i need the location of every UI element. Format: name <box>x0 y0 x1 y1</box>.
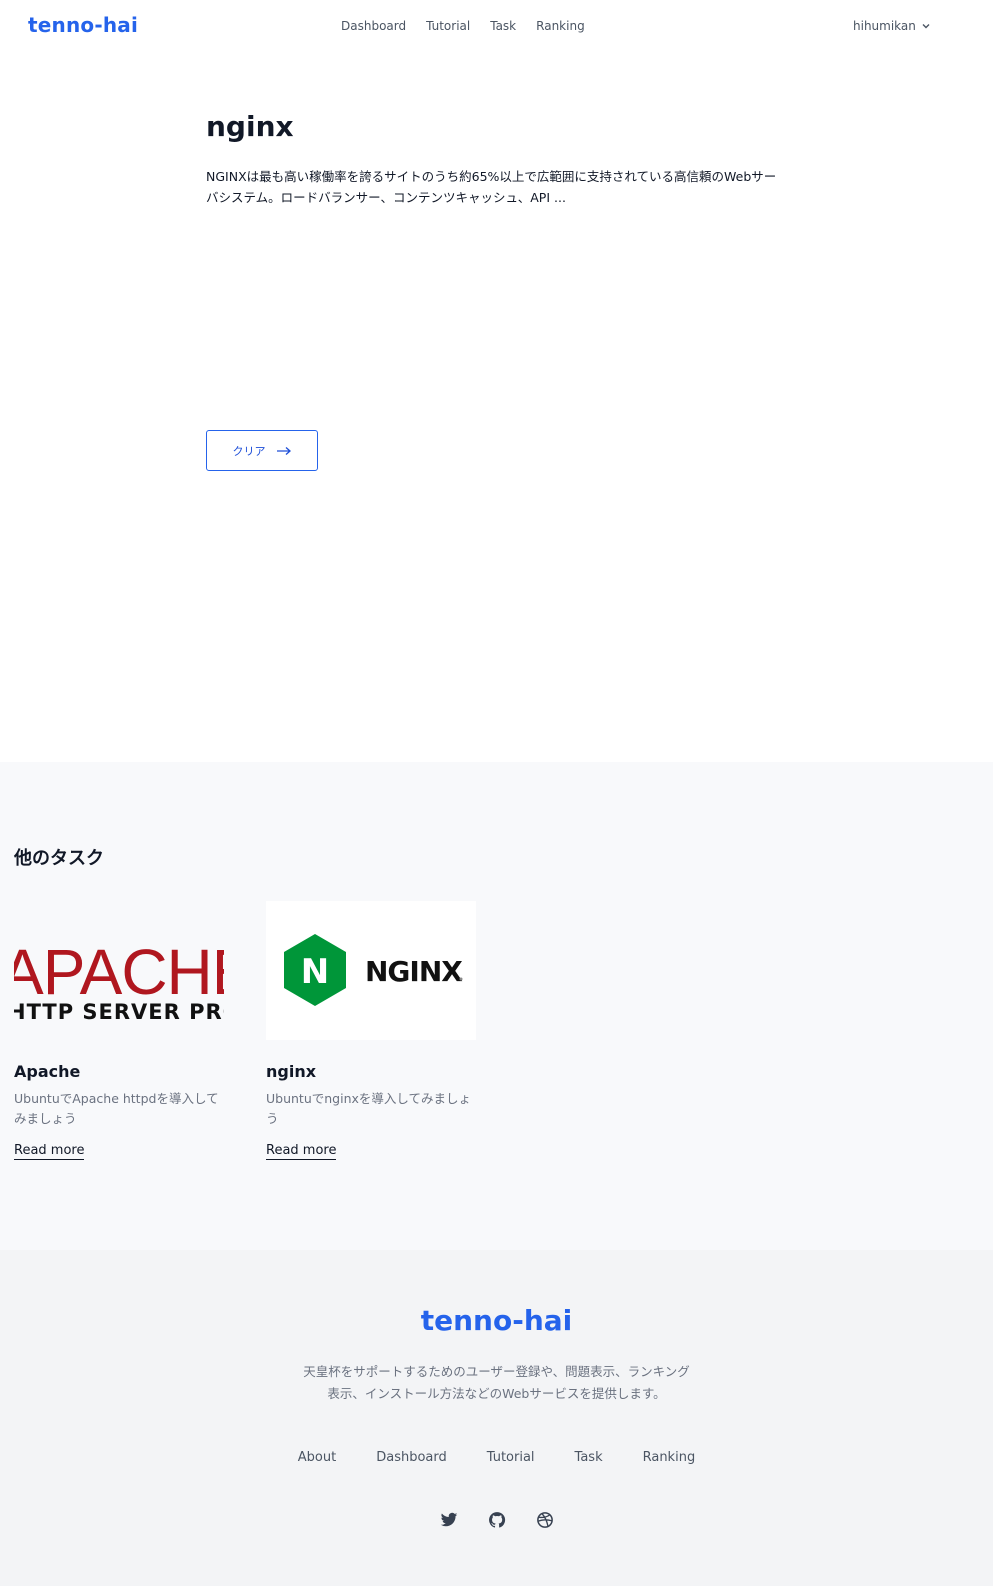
task-title: nginx <box>206 110 294 143</box>
read-more-link[interactable]: Read more <box>266 1143 337 1160</box>
social-links <box>0 1511 993 1529</box>
user-name: hihumikan <box>853 19 916 33</box>
other-tasks-section: 他のタスク APACHE HTTP SERVER PROJECT Apache … <box>0 762 993 1250</box>
footer: tenno-hai 天皇杯をサポートするためのユーザー登録や、問題表示、ランキン… <box>0 1250 993 1586</box>
apache-logo-image: APACHE HTTP SERVER PROJECT <box>14 901 224 1040</box>
card-title: nginx <box>266 1062 317 1081</box>
card-description: UbuntuでApache httpdを導入してみましょう <box>14 1091 219 1126</box>
nav-task[interactable]: Task <box>490 19 516 33</box>
footer-nav-dashboard[interactable]: Dashboard <box>376 1450 447 1465</box>
nav-dashboard[interactable]: Dashboard <box>341 19 406 33</box>
twitter-icon[interactable] <box>440 1511 458 1529</box>
chevron-down-icon <box>922 24 930 29</box>
other-tasks-title: 他のタスク <box>14 848 104 869</box>
nginx-logo-image: N NGINX <box>266 901 476 1040</box>
top-navbar: tenno-hai Dashboard Tutorial Task Rankin… <box>0 0 993 54</box>
footer-nav: About Dashboard Tutorial Task Ranking <box>0 1450 993 1465</box>
clear-button-label: クリア <box>232 444 266 458</box>
nginx-logo-text: NGINX <box>365 955 463 988</box>
footer-description: 天皇杯をサポートするためのユーザー登録や、問題表示、ランキング表示、インストール… <box>303 1364 690 1401</box>
apache-logo-line2: HTTP SERVER PROJECT <box>14 1000 224 1024</box>
clear-button[interactable]: クリア <box>206 430 318 471</box>
card-title: Apache <box>14 1062 81 1081</box>
dribbble-icon[interactable] <box>536 1511 554 1529</box>
footer-nav-task[interactable]: Task <box>575 1450 603 1465</box>
apache-logo-line1: APACHE <box>14 936 224 1008</box>
footer-nav-ranking[interactable]: Ranking <box>643 1450 696 1465</box>
card-description: Ubuntuでnginxを導入してみましょう <box>266 1091 472 1126</box>
footer-brand[interactable]: tenno-hai <box>0 1304 993 1337</box>
main-nav: Dashboard Tutorial Task Ranking <box>341 19 585 33</box>
footer-nav-about[interactable]: About <box>298 1450 336 1465</box>
arrow-right-icon <box>276 446 291 455</box>
nav-ranking[interactable]: Ranking <box>536 19 585 33</box>
task-card-nginx: N NGINX nginx Ubuntuでnginxを導入してみましょう Rea… <box>266 901 476 1160</box>
nginx-logo-letter: N <box>301 952 329 992</box>
nav-tutorial[interactable]: Tutorial <box>426 19 470 33</box>
footer-nav-tutorial[interactable]: Tutorial <box>487 1450 535 1465</box>
task-card-apache: APACHE HTTP SERVER PROJECT Apache Ubuntu… <box>14 901 224 1160</box>
task-description: NGINXは最も高い稼働率を誇るサイトのうち約65%以上で広範囲に支持されている… <box>206 169 777 205</box>
read-more-link[interactable]: Read more <box>14 1143 85 1160</box>
brand-logo-link[interactable]: tenno-hai <box>28 13 138 37</box>
github-icon[interactable] <box>488 1511 506 1529</box>
user-menu[interactable]: hihumikan <box>853 19 931 33</box>
